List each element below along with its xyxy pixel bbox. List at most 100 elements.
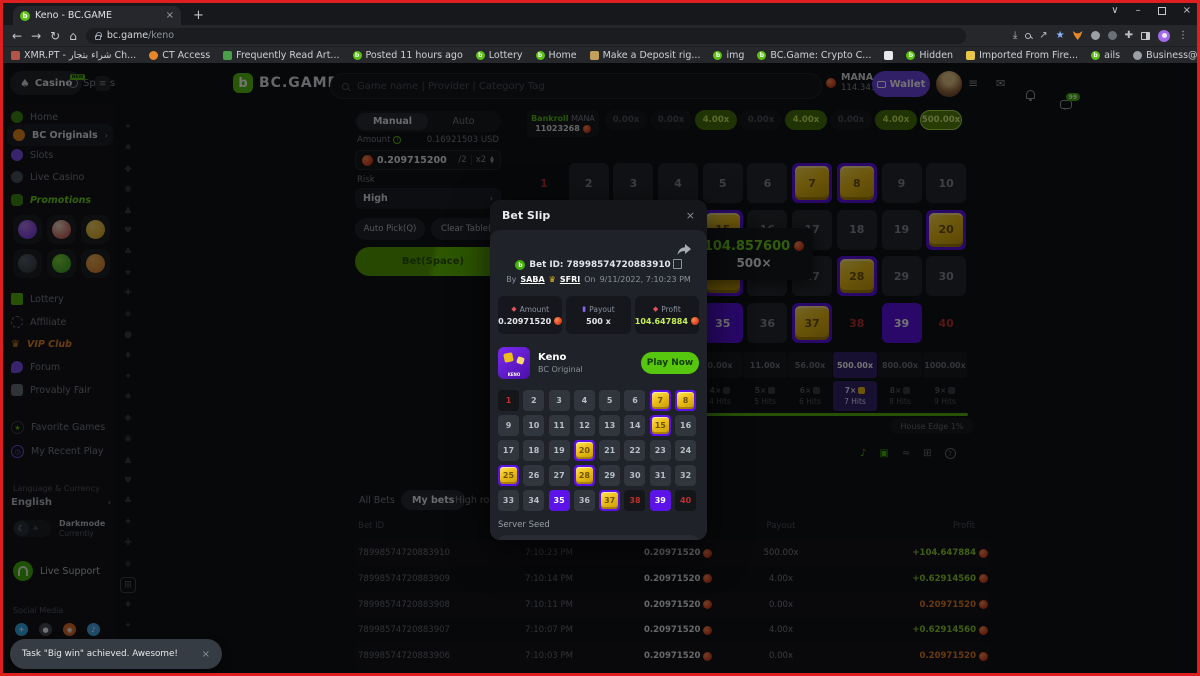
keno-tile-23[interactable]: 23 — [650, 440, 671, 461]
keno-tile-33[interactable]: 33 — [498, 490, 519, 511]
keno-tile-24[interactable]: 24 — [675, 440, 696, 461]
keno-tile-1[interactable]: 1 — [498, 390, 519, 411]
forward-icon[interactable]: → — [31, 30, 41, 42]
keno-tile-12[interactable]: 12 — [574, 415, 595, 436]
window-chevron-icon[interactable]: ∨ — [1111, 5, 1118, 16]
bookmark-item[interactable]: bHome — [536, 50, 577, 61]
new-tab-button[interactable]: + — [193, 7, 204, 25]
extension-icon[interactable] — [1091, 31, 1100, 40]
amount-icon: ◆ — [511, 305, 516, 313]
bookmark-item[interactable] — [884, 51, 893, 60]
username[interactable]: SABA — [520, 275, 544, 284]
file-bookmark-icon — [884, 51, 893, 60]
keno-tile-20[interactable]: 20 — [574, 440, 595, 461]
bookmark-item[interactable]: Frequently Read Art... — [223, 50, 339, 61]
share-icon[interactable] — [677, 244, 691, 256]
bookmark-item[interactable]: CT Access — [149, 50, 210, 61]
metamask-extension-icon[interactable] — [1073, 31, 1083, 40]
keno-tile-32[interactable]: 32 — [675, 465, 696, 486]
bookmark-item[interactable]: bails — [1091, 50, 1120, 61]
bet-slip-board: 1234567891011121314151617181920212223242… — [498, 390, 699, 511]
keno-tile-3[interactable]: 3 — [549, 390, 570, 411]
stat-profit: ◆Profit 104.647884 — [635, 296, 699, 334]
bookmark-star-icon[interactable]: ★ — [1056, 31, 1065, 41]
bookmark-item[interactable]: Imported From Fire... — [966, 50, 1078, 61]
keno-tile-2[interactable]: 2 — [523, 390, 544, 411]
payout-icon: ▮ — [582, 305, 586, 313]
bookmark-item[interactable]: Make a Deposit rig... — [590, 50, 701, 61]
keno-tile-21[interactable]: 21 — [599, 440, 620, 461]
extension-icon[interactable] — [1108, 31, 1117, 40]
browser-tab[interactable]: b Keno - BC.GAME × — [13, 6, 181, 25]
keno-tile-10[interactable]: 10 — [523, 415, 544, 436]
modal-close-icon[interactable]: × — [686, 209, 695, 222]
keno-tile-7[interactable]: 7 — [650, 390, 671, 411]
back-icon[interactable]: ← — [12, 30, 22, 42]
keno-tile-30[interactable]: 30 — [624, 465, 645, 486]
address-bar[interactable]: bc.game/keno — [86, 28, 966, 44]
keno-tile-37[interactable]: 37 — [599, 490, 620, 511]
keno-tile-27[interactable]: 27 — [549, 465, 570, 486]
keno-tile-14[interactable]: 14 — [624, 415, 645, 436]
sidebar-panel-icon[interactable] — [1141, 32, 1150, 40]
keno-tile-13[interactable]: 13 — [599, 415, 620, 436]
mana-coin-icon — [554, 317, 562, 325]
share-icon[interactable]: ↗ — [1039, 31, 1047, 41]
keno-tile-31[interactable]: 31 — [650, 465, 671, 486]
keno-tile-8[interactable]: 8 — [675, 390, 696, 411]
play-now-button[interactable]: Play Now — [641, 352, 699, 374]
keno-tile-28[interactable]: 28 — [574, 465, 595, 486]
toast-close-icon[interactable]: × — [202, 649, 210, 660]
b-bookmark-icon: b — [906, 51, 915, 60]
game-subtitle: BC Original — [538, 365, 583, 374]
keno-tile-38[interactable]: 38 — [624, 490, 645, 511]
keno-tile-40[interactable]: 40 — [675, 490, 696, 511]
keno-tile-11[interactable]: 11 — [549, 415, 570, 436]
keno-tile-26[interactable]: 26 — [523, 465, 544, 486]
keno-tile-36[interactable]: 36 — [574, 490, 595, 511]
keno-tile-39[interactable]: 39 — [650, 490, 671, 511]
url-host: bc.game — [107, 30, 148, 41]
keno-tile-25[interactable]: 25 — [498, 465, 519, 486]
keno-tile-6[interactable]: 6 — [624, 390, 645, 411]
keno-tile-9[interactable]: 9 — [498, 415, 519, 436]
keno-tile-19[interactable]: 19 — [549, 440, 570, 461]
keno-tile-22[interactable]: 22 — [624, 440, 645, 461]
keno-tile-16[interactable]: 16 — [675, 415, 696, 436]
keno-tile-15[interactable]: 15 — [650, 415, 671, 436]
bookmark-item[interactable]: Business@bc.game — [1133, 50, 1197, 61]
username2[interactable]: SFRI — [560, 275, 580, 284]
bookmark-item[interactable]: bPosted 11 hours ago — [353, 50, 463, 61]
keno-tile-4[interactable]: 4 — [574, 390, 595, 411]
extensions-puzzle-icon[interactable]: ✚ — [1125, 31, 1133, 41]
zoom-icon[interactable] — [1025, 33, 1031, 39]
browser-toolbar: ← → ↻ ⌂ bc.game/keno ⤓ ↗ ★ ✚ ⋮ — [3, 25, 1197, 46]
home-icon[interactable]: ⌂ — [69, 30, 77, 42]
bookmark-item[interactable]: bBC.Game: Crypto C... — [757, 50, 871, 61]
keno-tile-5[interactable]: 5 — [599, 390, 620, 411]
bookmark-item[interactable]: bLottery — [476, 50, 523, 61]
bookmark-item[interactable]: bHidden — [906, 50, 953, 61]
circle-bookmark-icon — [149, 51, 158, 60]
sq-bookmark-icon — [11, 51, 20, 60]
keno-tile-34[interactable]: 34 — [523, 490, 544, 511]
keno-tile-17[interactable]: 17 — [498, 440, 519, 461]
bookmark-item[interactable]: XMR.PT - شراء بتجار Ch... — [11, 50, 136, 61]
bookmark-item[interactable]: bimg — [713, 50, 744, 61]
profit-icon: ◆ — [653, 305, 658, 313]
window-minimize-icon[interactable]: – — [1136, 5, 1141, 16]
window-close-icon[interactable]: × — [1183, 5, 1191, 16]
keno-tile-35[interactable]: 35 — [549, 490, 570, 511]
browser-menu-icon[interactable]: ⋮ — [1178, 31, 1188, 41]
bookmark-label: ails — [1104, 50, 1120, 61]
server-seed-box: The seed hasn't been revealed yet — [498, 535, 699, 540]
window-maximize-icon[interactable] — [1158, 7, 1166, 15]
keno-tile-29[interactable]: 29 — [599, 465, 620, 486]
reload-icon[interactable]: ↻ — [50, 30, 60, 42]
sq-bookmark-icon — [590, 51, 599, 60]
copy-icon[interactable] — [675, 261, 682, 269]
browser-profile-avatar[interactable] — [1158, 30, 1170, 42]
tab-close-icon[interactable]: × — [166, 10, 174, 21]
keno-tile-18[interactable]: 18 — [523, 440, 544, 461]
install-icon[interactable]: ⤓ — [1013, 31, 1017, 41]
